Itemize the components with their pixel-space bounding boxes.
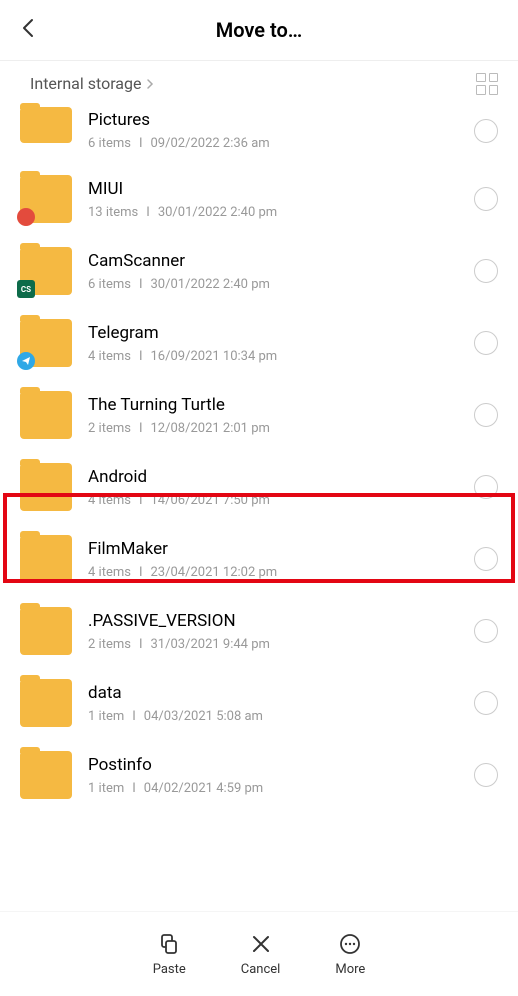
folder-info: .PASSIVE_VERSION 2 itemsI31/03/2021 9:44… (88, 611, 458, 652)
folder-info: data 1 itemI04/03/2021 5:08 am (88, 683, 458, 724)
folder-name: data (88, 683, 458, 703)
folder-info: Telegram 4 itemsI16/09/2021 10:34 pm (88, 323, 458, 364)
select-radio[interactable] (474, 763, 498, 787)
grid-view-button[interactable] (476, 73, 498, 95)
select-radio[interactable] (474, 403, 498, 427)
app-badge-icon: CS (17, 280, 35, 298)
page-title: Move to… (216, 18, 303, 42)
folder-icon (20, 535, 72, 583)
breadcrumb-label: Internal storage (30, 74, 141, 93)
folder-name: CamScanner (88, 251, 458, 271)
breadcrumb[interactable]: Internal storage (30, 74, 155, 93)
more-icon (338, 932, 362, 956)
folder-icon (20, 391, 72, 439)
folder-info: Pictures 6 itemsI09/02/2022 2:36 am (88, 110, 458, 151)
folder-name: FilmMaker (88, 539, 458, 559)
more-button[interactable]: More (335, 932, 365, 977)
folder-meta: 1 itemI04/02/2021 4:59 pm (88, 781, 458, 796)
folder-row[interactable]: Postinfo 1 itemI04/02/2021 4:59 pm (0, 739, 518, 811)
bottom-action-bar: Paste Cancel More (0, 911, 518, 996)
folder-name: MIUI (88, 179, 458, 199)
folder-name: The Turning Turtle (88, 395, 458, 415)
folder-icon (20, 751, 72, 799)
folder-name: .PASSIVE_VERSION (88, 611, 458, 631)
folder-list: Pictures 6 itemsI09/02/2022 2:36 am MIUI… (0, 106, 518, 811)
folder-meta: 1 itemI04/03/2021 5:08 am (88, 709, 458, 724)
folder-name: Postinfo (88, 755, 458, 775)
folder-row[interactable]: CS CamScanner 6 itemsI30/01/2022 2:40 pm (0, 235, 518, 307)
folder-info: Postinfo 1 itemI04/02/2021 4:59 pm (88, 755, 458, 796)
select-radio[interactable] (474, 547, 498, 571)
folder-meta: 6 itemsI09/02/2022 2:36 am (88, 136, 458, 151)
folder-meta: 2 itemsI12/08/2021 2:01 pm (88, 421, 458, 436)
folder-info: CamScanner 6 itemsI30/01/2022 2:40 pm (88, 251, 458, 292)
folder-meta: 4 itemsI16/09/2021 10:34 pm (88, 349, 458, 364)
paste-button[interactable]: Paste (153, 932, 186, 977)
folder-icon (20, 607, 72, 655)
folder-name: Pictures (88, 110, 458, 130)
folder-meta: 4 itemsI23/04/2021 12:02 pm (88, 565, 458, 580)
folder-row[interactable]: Telegram 4 itemsI16/09/2021 10:34 pm (0, 307, 518, 379)
cancel-label: Cancel (241, 962, 281, 977)
select-radio[interactable] (474, 259, 498, 283)
folder-info: The Turning Turtle 2 itemsI12/08/2021 2:… (88, 395, 458, 436)
folder-row[interactable]: The Turning Turtle 2 itemsI12/08/2021 2:… (0, 379, 518, 451)
folder-meta: 4 itemsI14/06/2021 7:50 pm (88, 493, 458, 508)
app-badge-icon (17, 208, 35, 226)
select-radio[interactable] (474, 119, 498, 143)
folder-row[interactable]: FilmMaker 4 itemsI23/04/2021 12:02 pm (0, 523, 518, 595)
select-radio[interactable] (474, 331, 498, 355)
folder-row[interactable]: Android 4 itemsI14/06/2021 7:50 pm (0, 451, 518, 523)
folder-icon (20, 175, 72, 223)
header: Move to… (0, 0, 518, 60)
folder-icon (20, 107, 72, 143)
chevron-right-icon (145, 77, 155, 91)
folder-row[interactable]: MIUI 13 itemsI30/01/2022 2:40 pm (0, 163, 518, 235)
folder-name: Telegram (88, 323, 458, 343)
folder-info: Android 4 itemsI14/06/2021 7:50 pm (88, 467, 458, 508)
folder-icon: CS (20, 247, 72, 295)
folder-row[interactable]: data 1 itemI04/03/2021 5:08 am (0, 667, 518, 739)
cancel-button[interactable]: Cancel (241, 932, 281, 977)
select-radio[interactable] (474, 619, 498, 643)
folder-info: MIUI 13 itemsI30/01/2022 2:40 pm (88, 179, 458, 220)
select-radio[interactable] (474, 691, 498, 715)
folder-info: FilmMaker 4 itemsI23/04/2021 12:02 pm (88, 539, 458, 580)
folder-name: Android (88, 467, 458, 487)
more-label: More (335, 962, 365, 977)
folder-meta: 13 itemsI30/01/2022 2:40 pm (88, 205, 458, 220)
folder-icon (20, 463, 72, 511)
breadcrumb-bar: Internal storage (0, 61, 518, 106)
folder-icon (20, 319, 72, 367)
folder-meta: 6 itemsI30/01/2022 2:40 pm (88, 277, 458, 292)
paste-icon (157, 932, 181, 956)
paste-label: Paste (153, 962, 186, 977)
back-button[interactable] (20, 16, 36, 44)
folder-icon (20, 679, 72, 727)
select-radio[interactable] (474, 187, 498, 211)
select-radio[interactable] (474, 475, 498, 499)
close-icon (249, 932, 273, 956)
folder-row[interactable]: Pictures 6 itemsI09/02/2022 2:36 am (0, 106, 518, 163)
folder-meta: 2 itemsI31/03/2021 9:44 pm (88, 637, 458, 652)
app-badge-icon (17, 352, 35, 370)
folder-row[interactable]: .PASSIVE_VERSION 2 itemsI31/03/2021 9:44… (0, 595, 518, 667)
